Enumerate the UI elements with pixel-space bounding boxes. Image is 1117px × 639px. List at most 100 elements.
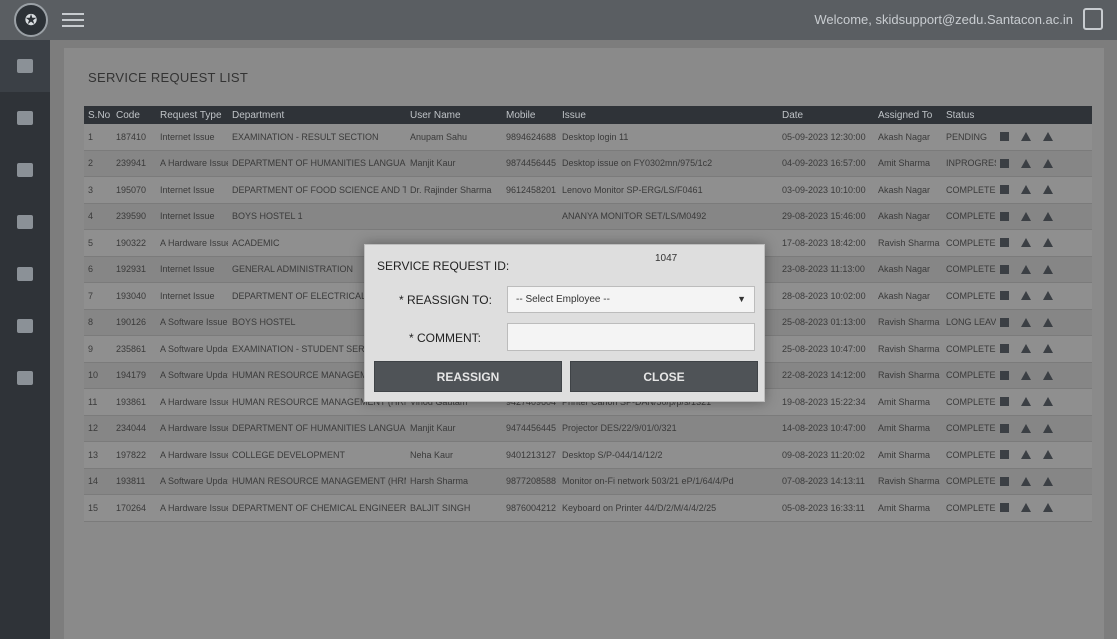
reassign-button[interactable]: REASSIGN xyxy=(374,361,562,392)
table-cell-code: 239941 xyxy=(116,158,147,169)
warning-icon[interactable] xyxy=(1021,238,1031,248)
alert-icon[interactable] xyxy=(1043,211,1053,221)
alert-icon[interactable] xyxy=(1043,476,1053,486)
table-cell-issue: Desktop S/P-044/14/12/2 xyxy=(562,449,663,460)
sidebar-item-6[interactable] xyxy=(0,300,50,352)
settings-icon[interactable] xyxy=(1000,423,1009,433)
table-cell-date: 22-08-2023 14:12:00 xyxy=(782,370,866,381)
sidebar-item-1[interactable] xyxy=(0,40,50,92)
alert-icon[interactable] xyxy=(1043,317,1053,327)
table-cell-status: INPROGRESS xyxy=(946,158,996,169)
table-cell-status: COMPLETE xyxy=(946,396,996,407)
settings-icon[interactable] xyxy=(1000,397,1009,407)
table-row: 13 197822 A Hardware Issue COLLEGE DEVELOPM… xyxy=(84,442,1092,469)
alert-icon[interactable] xyxy=(1043,158,1053,168)
table-cell-dept: DEPARTMENT OF CHEMICAL ENGINEERING xyxy=(232,502,406,513)
alert-icon[interactable] xyxy=(1043,264,1053,274)
settings-icon[interactable] xyxy=(1000,450,1009,460)
comment-input[interactable] xyxy=(507,323,755,351)
settings-icon[interactable] xyxy=(1000,264,1009,274)
table-cell-user: Manjit Kaur xyxy=(410,423,456,434)
alert-icon[interactable] xyxy=(1043,132,1053,142)
logout-icon[interactable] xyxy=(1083,8,1103,30)
warning-icon[interactable] xyxy=(1021,317,1031,327)
table-cell-type: Internet Issue xyxy=(160,131,215,142)
menu-toggle-icon[interactable] xyxy=(62,13,84,27)
grid-icon xyxy=(17,267,33,281)
warning-icon[interactable] xyxy=(1021,476,1031,486)
alert-icon[interactable] xyxy=(1043,344,1053,354)
warning-icon[interactable] xyxy=(1021,185,1031,195)
sidebar-item-3[interactable] xyxy=(0,144,50,196)
close-button[interactable]: CLOSE xyxy=(570,361,758,392)
warning-icon[interactable] xyxy=(1021,132,1031,142)
table-cell-issue: Monitor on-Fi network 503/21 eP/1/64/4/P… xyxy=(562,476,734,487)
table-cell-assigned: Amit Sharma xyxy=(878,423,931,434)
table-cell-mobile: 9474456445 xyxy=(506,423,557,434)
settings-icon[interactable] xyxy=(1000,503,1009,513)
warning-icon[interactable] xyxy=(1021,423,1031,433)
settings-icon[interactable] xyxy=(1000,476,1009,486)
row-actions xyxy=(996,158,1092,168)
sidebar-item-7[interactable] xyxy=(0,352,50,404)
warning-icon[interactable] xyxy=(1021,503,1031,513)
settings-icon[interactable] xyxy=(1000,344,1009,354)
table-cell-date: 25-08-2023 10:47:00 xyxy=(782,343,866,354)
alert-icon[interactable] xyxy=(1043,503,1053,513)
table-cell-assigned: Ravish Sharma xyxy=(878,476,940,487)
warning-icon[interactable] xyxy=(1021,344,1031,354)
welcome-text: Welcome, skidsupport@zedu.Santacon.ac.in xyxy=(814,12,1073,27)
table-cell-dept: DEPARTMENT OF FOOD SCIENCE AND TECHNOLOG… xyxy=(232,184,406,195)
settings-icon[interactable] xyxy=(1000,132,1009,142)
table-row: 15 170264 A Hardware Issue DEPARTMENT OF CH… xyxy=(84,495,1092,522)
table-cell-mobile: 9874456445 xyxy=(506,158,557,169)
table-cell-type: A Hardware Issue xyxy=(160,396,228,407)
column-header: User Name xyxy=(410,109,461,121)
sidebar-item-2[interactable] xyxy=(0,92,50,144)
alert-icon[interactable] xyxy=(1043,397,1053,407)
sidebar-item-4[interactable] xyxy=(0,196,50,248)
sidebar-item-5[interactable] xyxy=(0,248,50,300)
warning-icon[interactable] xyxy=(1021,291,1031,301)
table-cell-type: A Software Update xyxy=(160,370,228,381)
university-logo: ✪ xyxy=(14,3,48,37)
warning-icon[interactable] xyxy=(1021,450,1031,460)
warning-icon[interactable] xyxy=(1021,158,1031,168)
table-cell-issue: Desktop login 11 xyxy=(562,131,629,142)
settings-icon[interactable] xyxy=(1000,158,1009,168)
alert-icon[interactable] xyxy=(1043,238,1053,248)
column-header: Mobile xyxy=(506,109,536,121)
table-cell-sno: 4 xyxy=(88,211,94,222)
table-cell-type: A Hardware Issue xyxy=(160,423,228,434)
warning-icon[interactable] xyxy=(1021,397,1031,407)
table-cell-date: 05-08-2023 16:33:11 xyxy=(782,502,865,513)
table-cell-sno: 6 xyxy=(88,264,94,275)
table-cell-user: Dr. Rajinder Sharma xyxy=(410,184,492,195)
alert-icon[interactable] xyxy=(1043,370,1053,380)
employee-select[interactable]: -- Select Employee -- ▼ xyxy=(507,286,755,313)
alert-icon[interactable] xyxy=(1043,423,1053,433)
alert-icon[interactable] xyxy=(1043,450,1053,460)
settings-icon[interactable] xyxy=(1000,211,1009,221)
alert-icon[interactable] xyxy=(1043,291,1053,301)
alert-icon[interactable] xyxy=(1043,185,1053,195)
settings-icon[interactable] xyxy=(1000,238,1009,248)
table-cell-code: 195070 xyxy=(116,184,147,195)
table-cell-mobile: 9401213127 xyxy=(506,449,557,460)
table-cell-assigned: Amit Sharma xyxy=(878,158,931,169)
row-actions xyxy=(996,397,1092,407)
warning-icon[interactable] xyxy=(1021,264,1031,274)
warning-icon[interactable] xyxy=(1021,211,1031,221)
table-cell-status: COMPLETE xyxy=(946,290,996,301)
settings-icon[interactable] xyxy=(1000,185,1009,195)
row-actions xyxy=(996,264,1092,274)
warning-icon[interactable] xyxy=(1021,370,1031,380)
settings-icon[interactable] xyxy=(1000,317,1009,327)
row-actions xyxy=(996,132,1092,142)
service-request-id-value: 1047 xyxy=(655,253,678,264)
table-cell-status: COMPLETE xyxy=(946,449,996,460)
settings-icon[interactable] xyxy=(1000,370,1009,380)
table-cell-assigned: Ravish Sharma xyxy=(878,343,940,354)
table-cell-sno: 12 xyxy=(88,423,99,434)
settings-icon[interactable] xyxy=(1000,291,1009,301)
